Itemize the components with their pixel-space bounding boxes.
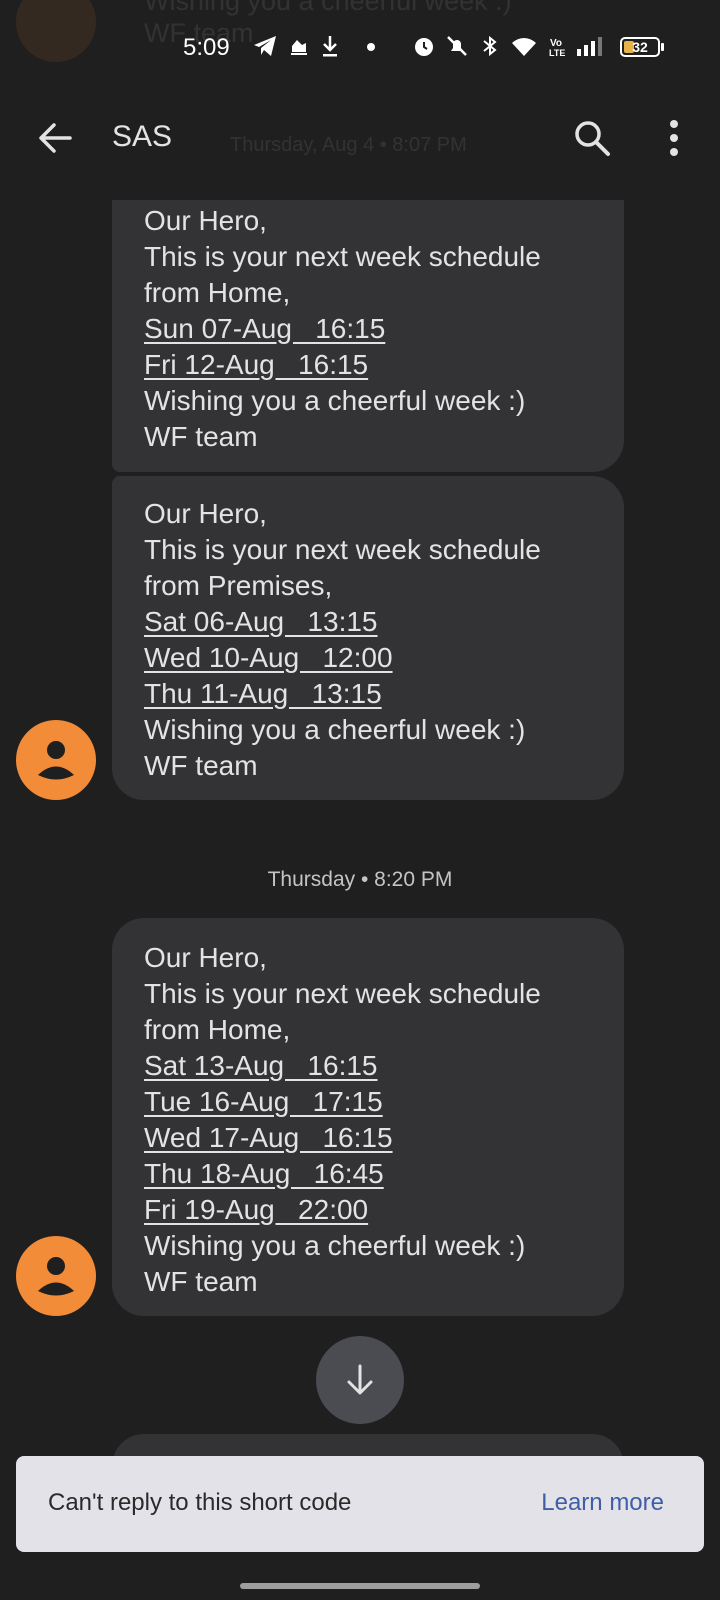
dot-icon <box>366 34 376 64</box>
person-icon <box>16 1257 96 1320</box>
search-icon <box>566 121 618 168</box>
back-button[interactable] <box>30 112 82 164</box>
scroll-to-bottom-button[interactable] <box>316 1336 404 1424</box>
schedule-link[interactable]: Wed 10-Aug 12:00 <box>144 640 592 676</box>
svg-text:LTE: LTE <box>549 48 565 58</box>
mute-icon <box>444 34 470 64</box>
schedule-link[interactable]: Thu 11-Aug 13:15 <box>144 676 592 712</box>
message-line: Wishing you a cheerful week :) <box>144 385 526 416</box>
more-vert-icon <box>648 120 700 168</box>
battery-tip <box>661 43 664 51</box>
message-bubble[interactable]: Our Hero, This is your next week schedul… <box>112 918 624 1316</box>
message-line: Our Hero, <box>144 205 267 236</box>
message-line: Our Hero, <box>144 942 267 973</box>
arrow-down-icon <box>316 1364 404 1428</box>
search-button[interactable] <box>566 112 618 164</box>
schedule-link[interactable]: Fri 19-Aug 22:00 <box>144 1192 592 1228</box>
message-line: This is your next week schedule <box>144 534 541 565</box>
wifi-icon <box>510 34 538 64</box>
battery-text: 32 <box>632 39 648 55</box>
message-line: Wishing you a cheerful week :) <box>144 714 526 745</box>
schedule-link[interactable]: Sun 07-Aug 16:15 <box>144 311 592 347</box>
signal-icon <box>576 34 610 64</box>
more-options-button[interactable] <box>648 112 700 164</box>
message-line: This is your next week schedule <box>144 978 541 1009</box>
status-bar: 5:09 Vo LTE 32 <box>0 0 720 96</box>
message-line: Wishing you a cheerful week :) <box>144 1230 526 1261</box>
alarm-icon <box>412 34 436 64</box>
status-time: 5:09 <box>183 34 230 61</box>
download-icon <box>320 34 340 64</box>
person-icon <box>16 741 96 804</box>
arrow-back-icon <box>30 123 82 168</box>
conversation-title: SAS <box>112 120 173 153</box>
message-line: from Home, <box>144 1014 291 1045</box>
gesture-nav-handle[interactable] <box>240 1583 480 1589</box>
schedule-link[interactable]: Sat 06-Aug 13:15 <box>144 604 592 640</box>
bluetooth-icon <box>482 34 498 64</box>
timestamp-divider: Thursday • 8:20 PM <box>267 868 453 891</box>
message-line: from Home, <box>144 277 291 308</box>
short-code-banner: Can't reply to this short code Learn mor… <box>16 1456 704 1552</box>
top-app-bar: SAS <box>0 100 720 176</box>
avatar[interactable] <box>16 1236 96 1316</box>
learn-more-link[interactable]: Learn more <box>541 1489 664 1517</box>
message-bubble[interactable]: Our Hero, This is your next week schedul… <box>112 476 624 800</box>
schedule-link[interactable]: Tue 16-Aug 17:15 <box>144 1084 592 1120</box>
message-line: This is your next week schedule <box>144 241 541 272</box>
battery-icon: 32 <box>620 37 660 57</box>
volte-icon: Vo LTE <box>548 36 570 64</box>
cloud-icon <box>288 34 310 64</box>
schedule-link[interactable]: Fri 12-Aug 16:15 <box>144 347 592 383</box>
message-line: Our Hero, <box>144 498 267 529</box>
message-bubble[interactable]: Our Hero, This is your next week schedul… <box>112 200 624 472</box>
message-line: from Premises, <box>144 570 333 601</box>
message-line: WF team <box>144 1266 258 1297</box>
schedule-link[interactable]: Sat 13-Aug 16:15 <box>144 1048 592 1084</box>
banner-text: Can't reply to this short code <box>48 1489 352 1516</box>
schedule-link[interactable]: Wed 17-Aug 16:15 <box>144 1120 592 1156</box>
message-line: WF team <box>144 750 258 781</box>
telegram-icon <box>252 34 278 64</box>
avatar[interactable] <box>16 720 96 800</box>
message-line: WF team <box>144 421 258 452</box>
schedule-link[interactable]: Thu 18-Aug 16:45 <box>144 1156 592 1192</box>
